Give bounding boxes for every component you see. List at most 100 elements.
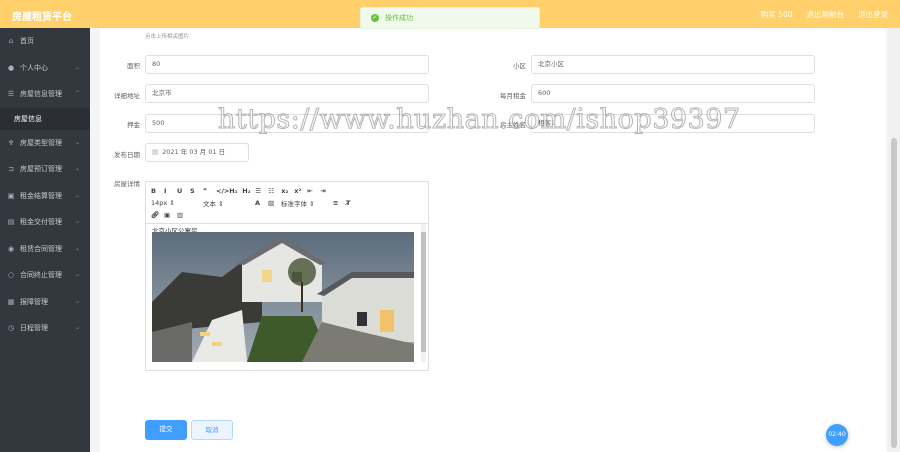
toolbar-row-style: 14px ⇕ 文本 ⇕ A ▨ 标准字体 ⇕ ≡ T̸	[151, 197, 423, 209]
calendar-icon: ▤	[152, 148, 159, 156]
sidebar-item-label: 房屋类型管理	[20, 138, 62, 147]
highlight-icon[interactable]: ▨	[268, 199, 281, 207]
video-icon[interactable]: ▥	[177, 211, 190, 219]
rent-label: 每月租金	[500, 92, 526, 100]
sidebar-item-label: 租金交付管理	[20, 218, 62, 227]
toolbar-row-insert: 🔗︎ ▣ ▥	[151, 209, 423, 221]
sidebar-item-profile[interactable]: ● 个人中心 ⌄	[0, 55, 90, 82]
editor-toolbar: B I U S ❞ </> H₁ H₂ ☰ ☷ x₂ x² ⇤ ⇥ 14px ⇕…	[146, 182, 428, 224]
quote-button[interactable]: ❞	[203, 187, 216, 195]
deposit-label: 押金	[127, 121, 140, 129]
h2-button[interactable]: H₂	[242, 187, 255, 195]
sidebar-item-label: 房屋预订管理	[20, 165, 62, 174]
toolbar-row-format: B I U S ❞ </> H₁ H₂ ☰ ☷ x₂ x² ⇤ ⇥	[151, 185, 423, 197]
grid-icon: ▦	[7, 297, 15, 306]
header-links: 购买 500 退出到前台 退出登录	[761, 9, 888, 20]
rent-field[interactable]: 600	[531, 84, 815, 103]
sidebar-item-contract-end[interactable]: ○ 合同终止管理 ⌄	[0, 262, 90, 289]
font-size-value: 14px	[151, 199, 168, 207]
sidebar-item-rent-settle[interactable]: ▣ 租金结算管理 ⌄	[0, 183, 90, 210]
submit-button[interactable]: 提交	[145, 420, 187, 440]
indent-button[interactable]: ⇥	[320, 187, 333, 195]
upload-tip: 点击上传相关图片	[145, 34, 190, 40]
chevron-down-icon: ⌄	[74, 324, 80, 331]
check-circle-icon: ✓	[371, 14, 379, 22]
rich-text-editor[interactable]: B I U S ❞ </> H₁ H₂ ☰ ☷ x₂ x² ⇤ ⇥ 14px ⇕…	[145, 181, 429, 371]
toast-message: 操作成功	[385, 14, 413, 22]
link-icon[interactable]: 🔗︎	[151, 211, 164, 219]
sidebar-item-house-type[interactable]: ♆ 房屋类型管理 ⌄	[0, 130, 90, 157]
tag-icon: ♆	[7, 138, 15, 147]
success-toast: ✓ 操作成功	[360, 7, 540, 29]
editor-scrollbar[interactable]	[421, 224, 426, 362]
sidebar-item-label: 房屋信息管理	[20, 90, 62, 99]
text-style-value: 文本	[203, 200, 216, 208]
sidebar-item-label: 租金结算管理	[20, 191, 62, 200]
header-link-logout[interactable]: 退出登录	[858, 9, 888, 20]
ordered-list-button[interactable]: ☰	[255, 187, 268, 195]
money-icon: ▤	[7, 218, 15, 227]
date-value: 2021 年 03 月 01 日	[162, 148, 226, 156]
sidebar-item-schedule[interactable]: ◷ 日程管理 ⌄	[0, 315, 90, 342]
h1-button[interactable]: H₁	[229, 187, 242, 195]
clear-format-icon[interactable]: T̸	[346, 199, 359, 207]
align-icon[interactable]: ≡	[333, 199, 346, 207]
sidebar-item-contract[interactable]: ◉ 租赁合同管理 ⌄	[0, 236, 90, 263]
chevron-down-icon: ⌄	[74, 165, 80, 172]
page-scroll-thumb[interactable]	[891, 138, 897, 448]
sidebar-item-booking[interactable]: ⊐ 房屋预订管理 ⌄	[0, 156, 90, 183]
font-family-value: 标准字体	[281, 200, 307, 208]
sidebar-item-home[interactable]: ⌂ 首页	[0, 28, 90, 55]
chevron-down-icon: ⌄	[74, 138, 80, 146]
underline-button[interactable]: U	[177, 187, 190, 195]
area-label: 面积	[127, 62, 140, 70]
sidebar-item-label: 个人中心	[20, 63, 48, 72]
cancel-button[interactable]: 取消	[191, 420, 233, 440]
font-color-icon[interactable]: A	[255, 199, 268, 207]
font-size-select[interactable]: 14px ⇕	[151, 199, 203, 207]
sidebar-item-repair[interactable]: ▦ 报障管理 ⌄	[0, 289, 90, 316]
outdent-button[interactable]: ⇤	[307, 187, 320, 195]
bold-button[interactable]: B	[151, 187, 164, 195]
sidebar: ⌂ 首页 ● 个人中心 ⌄ ☰ 房屋信息管理 ⌃ 房屋信息 ♆ 房屋类型管理 ⌄…	[0, 28, 90, 452]
area-field[interactable]: 80	[145, 55, 429, 74]
text-style-select[interactable]: 文本 ⇕	[203, 198, 255, 208]
chevron-down-icon: ⌄	[74, 244, 80, 252]
header-link-front[interactable]: 退出到前台	[807, 9, 845, 20]
sidebar-item-label: 首页	[20, 37, 34, 46]
editor-scroll-thumb[interactable]	[421, 232, 426, 352]
font-family-select[interactable]: 标准字体 ⇕	[281, 198, 333, 208]
address-label: 详细地址	[114, 92, 140, 100]
chevron-up-icon: ⌃	[74, 90, 80, 97]
strike-button[interactable]: S	[190, 187, 203, 195]
italic-button[interactable]: I	[164, 187, 177, 195]
address-field[interactable]: 北京市	[145, 84, 429, 103]
clock-icon: ◷	[7, 324, 15, 333]
home-icon: ⌂	[8, 37, 14, 46]
chevron-down-icon: ⌄	[74, 218, 80, 225]
detail-label: 房屋详情	[114, 180, 140, 188]
page-scrollbar[interactable]	[888, 28, 900, 452]
image-icon[interactable]: ▣	[164, 211, 177, 219]
user-icon: ●	[7, 63, 15, 72]
watermark: https://www.huzhan.com/ishop39397	[218, 104, 741, 136]
calendar-icon: ⊐	[8, 165, 14, 174]
subscript-button[interactable]: x₂	[281, 187, 294, 195]
chevron-down-icon: ⌄	[74, 191, 80, 199]
community-field[interactable]: 北京小区	[531, 55, 815, 74]
bullet-list-button[interactable]: ☷	[268, 187, 281, 195]
date-picker[interactable]: ▤ 2021 年 03 月 01 日	[145, 143, 249, 162]
sidebar-subitem-house[interactable]: 房屋信息	[0, 107, 90, 130]
sidebar-item-house-info[interactable]: ☰ 房屋信息管理 ⌃	[0, 81, 90, 108]
date-label: 发布日期	[114, 151, 140, 159]
chevron-down-icon: ⌄	[74, 271, 80, 278]
community-label: 小区	[513, 62, 526, 70]
chevron-down-icon: ⌄	[74, 297, 80, 305]
code-button[interactable]: </>	[216, 187, 229, 195]
clock-badge[interactable]: 02:40	[826, 424, 848, 446]
sidebar-item-rent-pay[interactable]: ▤ 租金交付管理 ⌄	[0, 209, 90, 236]
house-photo	[152, 232, 414, 362]
header-link-balance[interactable]: 购买 500	[761, 9, 793, 20]
superscript-button[interactable]: x²	[294, 187, 307, 195]
editor-content[interactable]: 北京小区公寓房	[146, 224, 428, 370]
